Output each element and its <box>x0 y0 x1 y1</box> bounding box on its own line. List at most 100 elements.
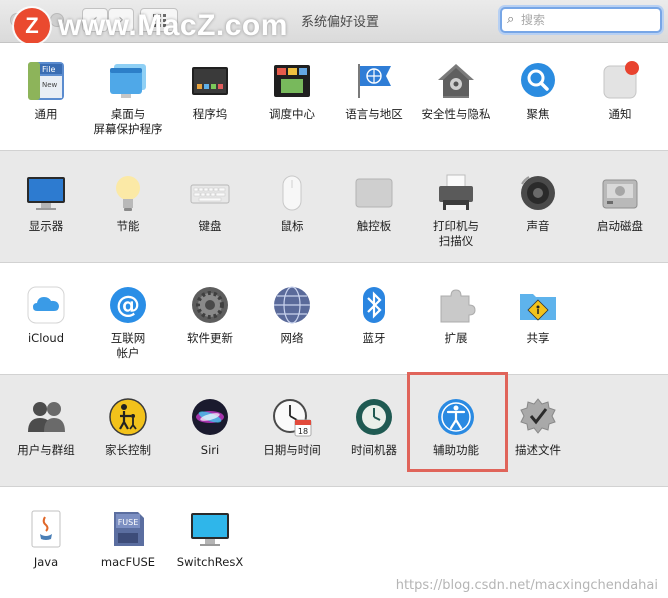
printer-icon <box>435 172 477 214</box>
pane-notifications[interactable]: 通知 <box>579 60 661 122</box>
pane-sound[interactable]: 声音 <box>497 172 579 234</box>
search-field[interactable]: ⌕ <box>500 7 662 33</box>
pane-label: SwitchResX <box>176 555 244 569</box>
svg-text:@: @ <box>116 291 140 319</box>
pane-displays[interactable]: 显示器 <box>5 172 87 234</box>
pane-label: 语言与地区 <box>345 107 403 121</box>
profile-badge-icon <box>517 396 559 438</box>
pane-label: macFUSE <box>100 555 156 569</box>
hard-disk-icon <box>599 172 641 214</box>
watermark-logo: Z <box>14 8 50 44</box>
pane-desktop-screensaver[interactable]: 桌面与 屏幕保护程序 <box>87 60 169 137</box>
mouse-icon <box>271 172 313 214</box>
bluetooth-icon <box>353 284 395 326</box>
watermark-text: www.MacZ.com <box>58 9 288 42</box>
clock-calendar-icon: 18 <box>271 396 313 438</box>
pane-internet-accounts[interactable]: @ 互联网 帐户 <box>87 284 169 361</box>
pane-label: 桌面与 屏幕保护程序 <box>93 107 163 136</box>
gear-icon <box>189 284 231 326</box>
pane-date-time[interactable]: 18 日期与时间 <box>251 396 333 458</box>
globe-flag-icon <box>353 60 395 102</box>
keyboard-icon <box>189 172 231 214</box>
pane-mission-control[interactable]: 调度中心 <box>251 60 333 122</box>
monitor-icon <box>25 172 67 214</box>
pane-label: iCloud <box>27 331 65 345</box>
pane-bluetooth[interactable]: 蓝牙 <box>333 284 415 346</box>
users-icon <box>25 396 67 438</box>
general-file-text: File <box>42 65 55 74</box>
pane-trackpad[interactable]: 触控板 <box>333 172 415 234</box>
pane-java[interactable]: Java <box>5 508 87 570</box>
desktop-screensaver-icon <box>107 60 149 102</box>
pane-label: 软件更新 <box>187 331 233 345</box>
pane-extensions[interactable]: 扩展 <box>415 284 497 346</box>
pane-label: 鼠标 <box>280 219 304 233</box>
house-lock-icon <box>435 60 477 102</box>
watermark: Z www.MacZ.com <box>14 8 288 44</box>
pane-keyboard[interactable]: 键盘 <box>169 172 251 234</box>
icloud-icon <box>25 284 67 326</box>
notifications-icon <box>599 60 641 102</box>
pane-dock[interactable]: 程序坞 <box>169 60 251 122</box>
pane-label: Java <box>33 555 59 569</box>
pane-icloud[interactable]: iCloud <box>5 284 87 346</box>
speaker-icon <box>517 172 559 214</box>
java-icon <box>25 508 67 550</box>
pane-profiles[interactable]: 描述文件 <box>497 396 579 458</box>
pane-users-groups[interactable]: 用户与群组 <box>5 396 87 458</box>
pane-label: 描述文件 <box>515 443 561 457</box>
mission-control-icon <box>271 60 313 102</box>
sharing-folder-icon <box>517 284 559 326</box>
accessibility-highlight-box <box>407 372 508 472</box>
search-input[interactable] <box>521 11 653 29</box>
pane-label: 用户与群组 <box>17 443 75 457</box>
magnifier-icon <box>517 60 559 102</box>
pane-label: 时间机器 <box>351 443 397 457</box>
pane-label: 聚焦 <box>526 107 550 121</box>
pane-network[interactable]: 网络 <box>251 284 333 346</box>
pane-security-privacy[interactable]: 安全性与隐私 <box>415 60 497 122</box>
pane-label: 启动磁盘 <box>597 219 643 233</box>
pane-parental-controls[interactable]: 家长控制 <box>87 396 169 458</box>
pane-general[interactable]: File New 通用 <box>5 60 87 122</box>
pane-energy-saver[interactable]: 节能 <box>87 172 169 234</box>
switchresx-icon <box>189 508 231 550</box>
time-machine-icon <box>353 396 395 438</box>
pane-label: 调度中心 <box>269 107 315 121</box>
calendar-day-text: 18 <box>298 427 308 436</box>
puzzle-piece-icon <box>435 284 477 326</box>
pane-label: 蓝牙 <box>362 331 386 345</box>
pane-siri[interactable]: Siri <box>169 396 251 458</box>
pane-macfuse[interactable]: FUSE macFUSE <box>87 508 169 570</box>
pane-printers-scanners[interactable]: 打印机与 扫描仪 <box>415 172 497 249</box>
pane-label: Siri <box>200 443 220 457</box>
pane-software-update[interactable]: 软件更新 <box>169 284 251 346</box>
trackpad-icon <box>353 172 395 214</box>
pane-label: 日期与时间 <box>263 443 321 457</box>
pane-label: 通知 <box>608 107 632 121</box>
pane-label: 安全性与隐私 <box>421 107 491 121</box>
pane-label: 声音 <box>526 219 550 233</box>
macfuse-icon: FUSE <box>107 508 149 550</box>
pane-label: 节能 <box>116 219 140 233</box>
lightbulb-icon <box>107 172 149 214</box>
search-icon: ⌕ <box>507 12 515 27</box>
macfuse-text: FUSE <box>118 518 139 527</box>
pane-time-machine[interactable]: 时间机器 <box>333 396 415 458</box>
general-icon: File New <box>25 60 67 102</box>
pane-label: 打印机与 扫描仪 <box>433 219 479 248</box>
pane-switchresx[interactable]: SwitchResX <box>169 508 251 570</box>
pane-startup-disk[interactable]: 启动磁盘 <box>579 172 661 234</box>
siri-icon <box>189 396 231 438</box>
pane-label: 互联网 帐户 <box>110 331 146 360</box>
network-globe-icon <box>271 284 313 326</box>
pane-language-region[interactable]: 语言与地区 <box>333 60 415 122</box>
general-new-text: New <box>42 81 58 89</box>
pane-spotlight[interactable]: 聚焦 <box>497 60 579 122</box>
footer-url: https://blog.csdn.net/macxingchendahai <box>395 578 658 593</box>
pane-sharing[interactable]: 共享 <box>497 284 579 346</box>
pane-mouse[interactable]: 鼠标 <box>251 172 333 234</box>
pane-label: 通用 <box>34 107 58 121</box>
dock-icon <box>189 60 231 102</box>
pane-label: 触控板 <box>356 219 392 233</box>
